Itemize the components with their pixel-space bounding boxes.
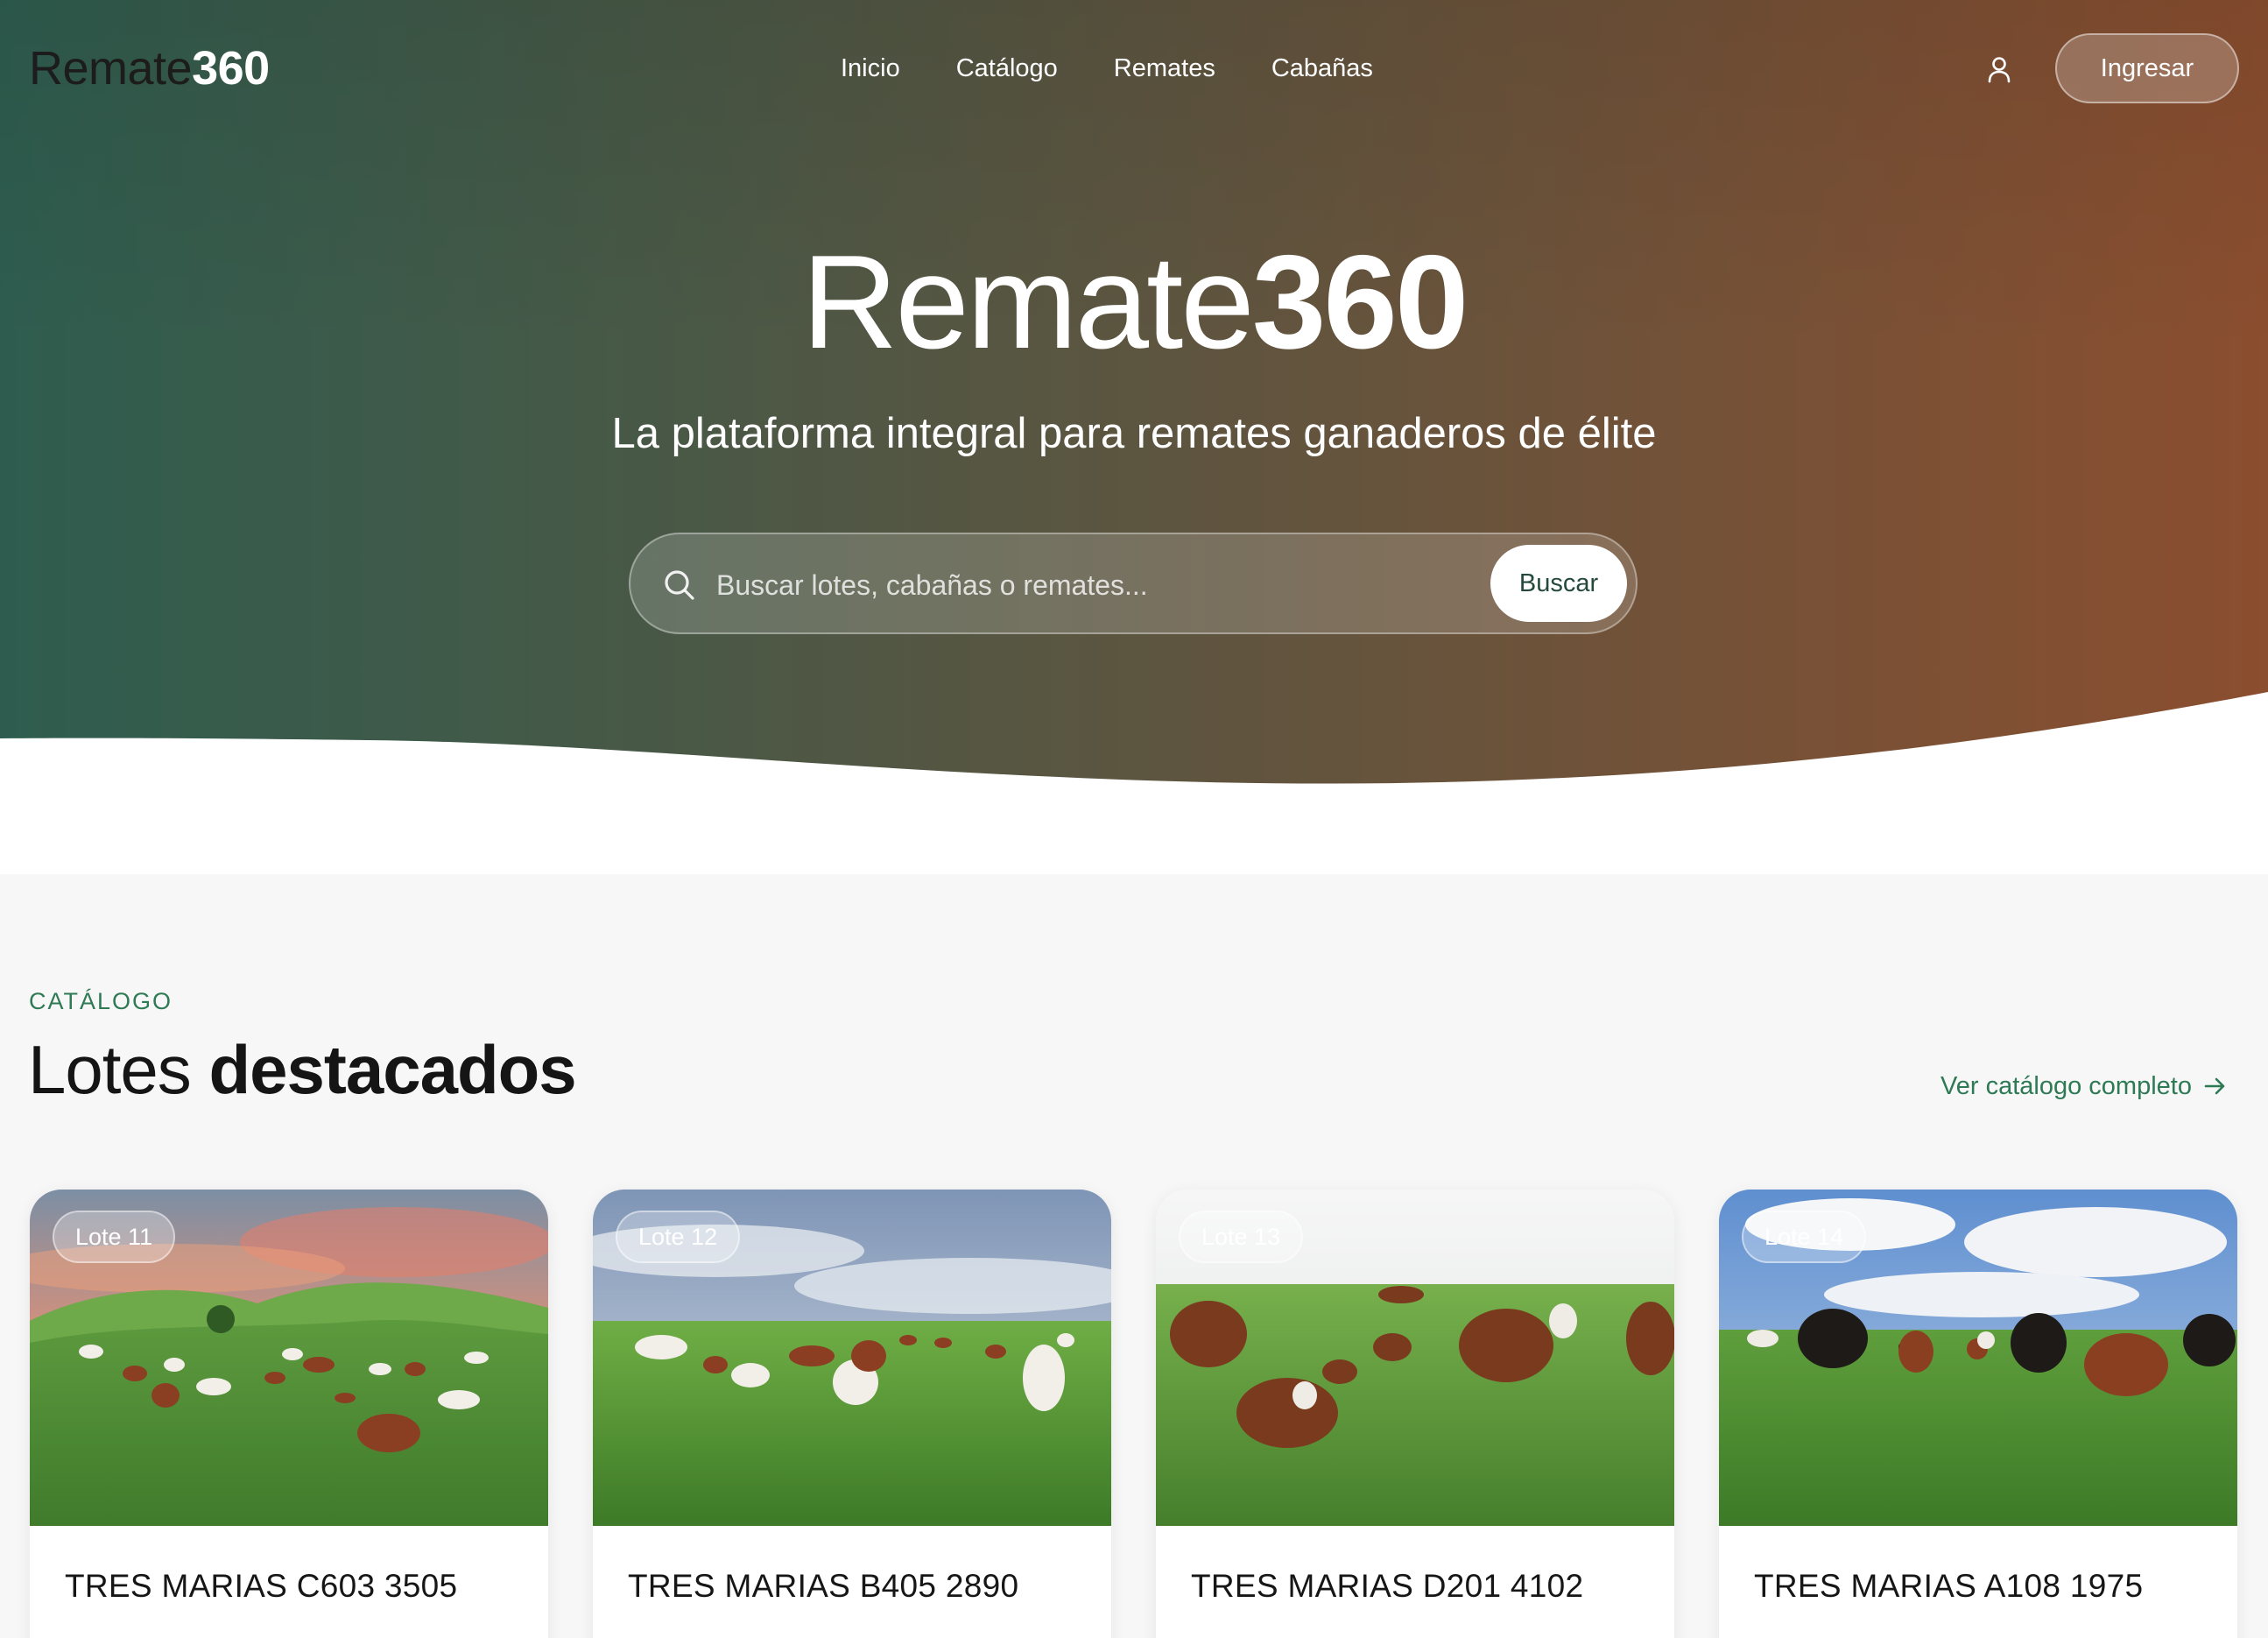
see-full-catalog-label: Ver catálogo completo bbox=[1940, 1072, 2192, 1100]
hero-title: Remate360 bbox=[0, 223, 2268, 381]
nav-item-catalogo[interactable]: Catálogo bbox=[956, 49, 1058, 88]
brand-logo[interactable]: Remate360 bbox=[29, 42, 270, 95]
arrow-right-icon bbox=[2204, 1077, 2225, 1095]
lot-badge: Lote 11 bbox=[53, 1211, 176, 1263]
search-icon bbox=[665, 570, 694, 600]
hero-title-light: Remate bbox=[801, 228, 1255, 377]
login-button[interactable]: Ingresar bbox=[2055, 33, 2239, 103]
lot-name: TRES MARIAS B405 2890 bbox=[628, 1568, 1019, 1604]
lot-card[interactable]: Lote 12 TRES MARIAS B405 2890 bbox=[593, 1190, 1111, 1638]
lot-name: TRES MARIAS D201 4102 bbox=[1191, 1568, 1584, 1604]
brand-name-light: Remate bbox=[29, 42, 193, 95]
lot-card[interactable]: Lote 14 TRES MARIAS A108 1975 bbox=[1719, 1190, 2237, 1638]
section-title-bold: destacados bbox=[208, 1031, 576, 1108]
lot-badge: Lote 12 bbox=[616, 1211, 741, 1263]
top-navigation-bar: Remate360 Inicio Catálogo Remates Cabaña… bbox=[0, 0, 2268, 137]
nav-item-inicio[interactable]: Inicio bbox=[841, 49, 900, 88]
featured-lots-section: CATÁLOGO Lotes destacados Ver catálogo c… bbox=[0, 874, 2268, 1638]
see-full-catalog-link[interactable]: Ver catálogo completo bbox=[1940, 1069, 2227, 1104]
nav-item-remates[interactable]: Remates bbox=[1114, 49, 1215, 88]
section-eyebrow: CATÁLOGO bbox=[29, 988, 173, 1014]
lot-name: TRES MARIAS C603 3505 bbox=[65, 1568, 458, 1604]
search-bar: Buscar bbox=[629, 533, 1638, 634]
search-input[interactable] bbox=[716, 559, 1461, 611]
lot-badge: Lote 13 bbox=[1179, 1211, 1304, 1263]
hero-title-bold: 360 bbox=[1251, 228, 1469, 377]
lot-cards: Lote 11 TRES MARIAS C603 3505 Lote 12 TR… bbox=[30, 1190, 2238, 1638]
lot-card[interactable]: Lote 11 TRES MARIAS C603 3505 bbox=[30, 1190, 548, 1638]
brand-name-bold: 360 bbox=[192, 42, 270, 95]
lot-badge: Lote 14 bbox=[1742, 1211, 1867, 1263]
hero-subtitle: La plataforma integral para remates gana… bbox=[611, 410, 1657, 457]
user-account-button[interactable] bbox=[1981, 51, 2018, 88]
search-button[interactable]: Buscar bbox=[1490, 545, 1627, 622]
hero: Remate360 Inicio Catálogo Remates Cabaña… bbox=[0, 0, 2268, 876]
section-title: Lotes destacados bbox=[28, 1027, 577, 1112]
lot-card[interactable]: Lote 13 TRES MARIAS D201 4102 bbox=[1156, 1190, 1674, 1638]
user-icon bbox=[1988, 57, 2011, 83]
main-nav: Inicio Catálogo Remates Cabañas bbox=[841, 49, 1429, 88]
nav-item-cabanas[interactable]: Cabañas bbox=[1271, 49, 1373, 88]
lot-name: TRES MARIAS A108 1975 bbox=[1754, 1568, 2144, 1604]
section-title-light: Lotes bbox=[28, 1031, 192, 1108]
